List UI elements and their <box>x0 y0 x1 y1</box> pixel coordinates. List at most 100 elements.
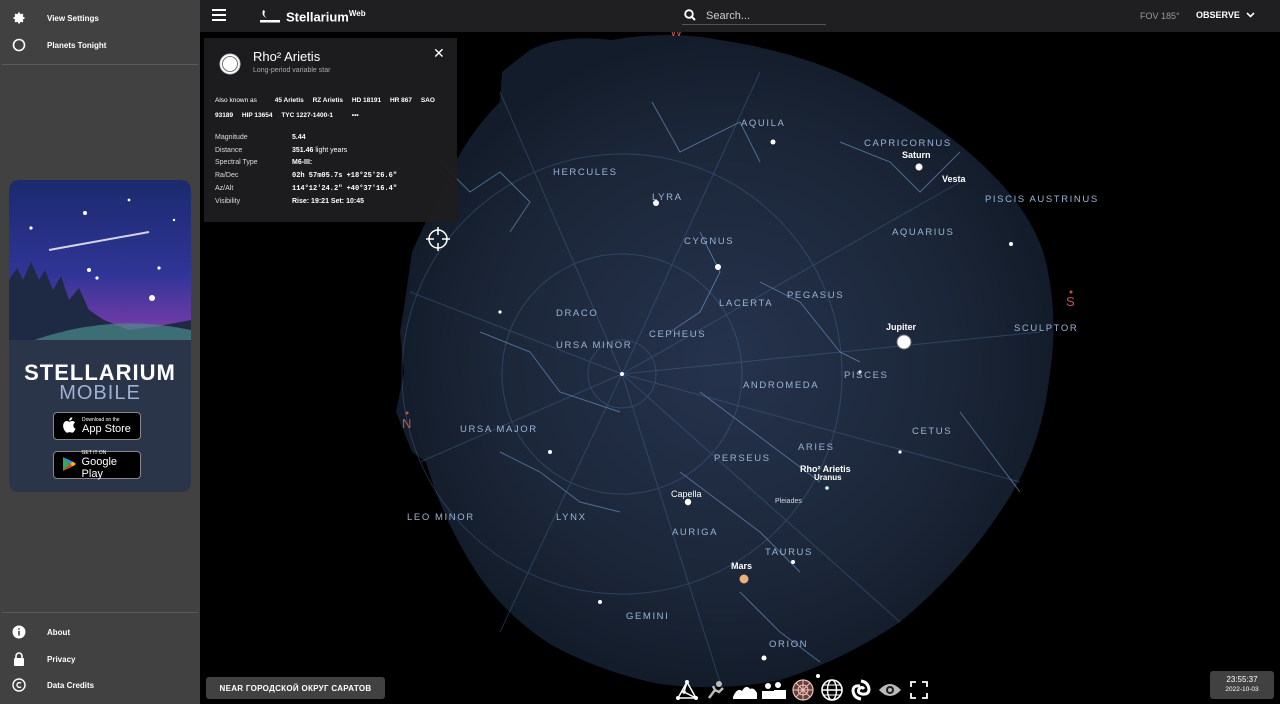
google-play-label: Google Play <box>81 456 118 480</box>
info-key: Magnitude <box>215 134 248 141</box>
constellation-label: AQUARIUS <box>892 227 954 238</box>
info-value: 351.46 <box>292 147 314 154</box>
constellation-lines-button[interactable] <box>674 678 700 702</box>
object-label[interactable]: Capella <box>671 489 702 499</box>
object-label[interactable]: Mars <box>731 561 752 571</box>
landscape-icon <box>733 686 757 699</box>
object-label[interactable]: Jupiter <box>886 322 917 332</box>
info-unit: light years <box>313 147 348 154</box>
atmosphere-button[interactable] <box>761 678 787 702</box>
azimuthal-grid-icon <box>792 679 814 701</box>
object-label[interactable]: Vesta <box>942 174 967 184</box>
aka-item: TYC 1227-1400-1 <box>281 112 333 119</box>
info-value: 5.44 <box>292 134 306 141</box>
constellation-label: CEPHEUS <box>649 329 706 340</box>
close-icon[interactable]: ✕ <box>433 45 445 62</box>
object-info-panel: Rho² Arietis Long-period variable star ✕… <box>204 38 457 222</box>
object-label[interactable]: Uranus <box>814 473 842 482</box>
info-value: 114°12'24.2" +40°37'16.4" <box>292 185 398 193</box>
lock-icon <box>11 651 27 667</box>
info-row-magnitude: Magnitude 5.44 <box>215 134 306 141</box>
google-play-button[interactable]: GET IT ON Google Play <box>53 450 141 480</box>
constellation-label: HERCULES <box>553 167 618 178</box>
landscape-button[interactable] <box>732 678 758 702</box>
constellation-label: LACERTA <box>719 298 773 309</box>
info-icon <box>11 624 27 640</box>
info-value: M6-III: <box>292 159 313 166</box>
info-key: Distance <box>215 147 243 154</box>
info-row-spectral-type: Spectral Type M6-III: <box>215 159 312 166</box>
brand-name: Stellarium <box>286 9 349 25</box>
top-bar: StellariumWeb FOV 185° OBSERVE <box>200 0 1280 32</box>
object-type: Long-period variable star <box>253 67 331 74</box>
sidebar-item-view-settings[interactable]: View Settings <box>0 5 200 31</box>
star-icon <box>219 53 241 75</box>
sidebar-item-about[interactable]: About <box>0 619 200 645</box>
constellation-icon <box>676 680 698 700</box>
constellation-art-button[interactable] <box>703 678 729 702</box>
constellation-label: CAPRICORNUS <box>864 138 952 149</box>
app-store-label: App Store <box>82 423 131 435</box>
time-display: 23:55:37 <box>1226 675 1258 684</box>
info-row-distance: Distance 351.46 light years <box>215 147 347 154</box>
app-store-button[interactable]: Download on the App Store <box>53 412 141 440</box>
circle-icon <box>11 37 27 53</box>
sidebar-item-label: View Settings <box>47 13 99 23</box>
object-label[interactable]: Saturn <box>902 150 931 160</box>
object-name: Rho² Arietis <box>253 49 321 64</box>
jupiter-dot[interactable] <box>896 334 912 350</box>
uranus-dot[interactable] <box>825 486 829 490</box>
info-key: Spectral Type <box>215 159 258 166</box>
menu-icon[interactable] <box>212 9 226 23</box>
observe-dropdown[interactable]: OBSERVE <box>1196 10 1255 20</box>
constellation-art-icon <box>708 681 724 699</box>
brand-sup: Web <box>348 9 366 18</box>
constellation-label: CETUS <box>912 426 952 437</box>
info-key: Visibility <box>215 198 241 205</box>
equatorial-grid-icon <box>821 679 843 701</box>
sidebar-item-planets-tonight[interactable]: Planets Tonight <box>0 32 200 58</box>
constellation-label: URSA MAJOR <box>460 424 538 435</box>
info-row-azalt: Az/Alt 114°12'24.2" +40°37'16.4" <box>215 185 397 193</box>
fullscreen-button[interactable] <box>906 678 932 702</box>
chevron-down-icon <box>1246 12 1255 18</box>
constellation-label: PISCIS AUSTRINUS <box>985 194 1099 205</box>
date-display: 2022-10-03 <box>1225 686 1259 693</box>
aka-item: RZ Arietis <box>312 97 344 104</box>
info-key: Az/Alt <box>215 185 234 192</box>
observe-label: OBSERVE <box>1196 10 1240 20</box>
search-input[interactable] <box>704 6 828 26</box>
constellation-label: AURIGA <box>672 527 718 538</box>
info-row-visibility: Visibility Rise: 19:21 Set: 10:45 <box>215 198 364 205</box>
constellation-label: PERSEUS <box>714 453 771 464</box>
sidebar-item-privacy[interactable]: Privacy <box>0 646 200 672</box>
atmosphere-icon <box>762 682 786 699</box>
constellation-label: PEGASUS <box>787 290 844 301</box>
apple-icon <box>60 416 78 436</box>
constellation-label: ORION <box>769 639 808 650</box>
stellarium-logo-icon <box>260 10 280 23</box>
location-button[interactable]: NEAR ГОРОДСКОЙ ОКРУГ САРАТОВ <box>206 677 385 699</box>
aka-item: HR 867 <box>389 97 412 104</box>
cardinal-north: N <box>402 416 411 431</box>
aka-label: Also known as <box>215 97 257 104</box>
sky-dome <box>396 35 1054 688</box>
sidebar-item-data-credits[interactable]: Data Credits <box>0 672 200 698</box>
deep-sky-objects-button[interactable] <box>848 678 874 702</box>
aka-item: 45 Arietis <box>274 97 304 104</box>
azimuthal-grid-button[interactable] <box>790 678 816 702</box>
night-mode-button[interactable] <box>877 678 903 702</box>
stellarium-mobile-ad[interactable]: STELLARIUM MOBILE Download on the App St… <box>9 180 191 492</box>
constellation-label: CYGNUS <box>684 236 734 247</box>
object-label[interactable]: Pleiades <box>775 498 802 505</box>
equatorial-grid-button[interactable] <box>819 678 845 702</box>
mars-dot[interactable] <box>739 574 749 584</box>
brand-title: StellariumWeb <box>286 9 366 24</box>
saturn-dot[interactable] <box>915 163 923 171</box>
aka-item: HD 18191 <box>351 97 382 104</box>
fullscreen-icon <box>910 681 928 699</box>
constellation-label: ARIES <box>798 442 835 453</box>
date-time-button[interactable]: 23:55:37 2022-10-03 <box>1210 671 1274 699</box>
more-aka-button[interactable]: ••• <box>352 112 359 119</box>
constellation-label: ANDROMEDA <box>743 380 819 391</box>
